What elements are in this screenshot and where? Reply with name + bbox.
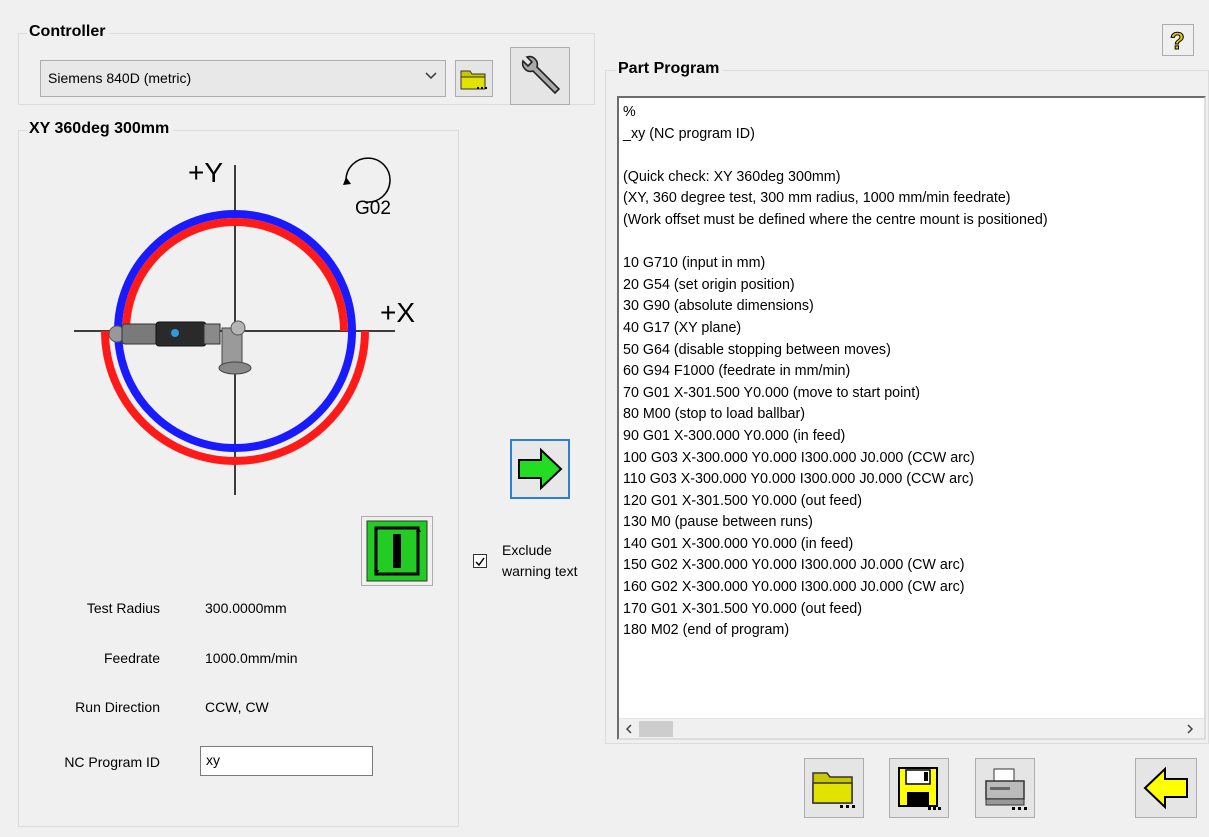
exclude-warning-checkbox[interactable] [473,554,487,568]
chevron-down-icon [425,72,437,80]
part-program-editor[interactable]: % _xy (NC program ID) (Quick check: XY 3… [617,96,1206,740]
open-program-button[interactable] [804,758,864,818]
part-program-text: % _xy (NC program ID) (Quick check: XY 3… [623,104,1048,639]
print-icon [985,768,1027,810]
svg-text:?: ? [1170,28,1185,53]
g02-label: G02 [355,198,391,219]
arrow-left-icon [1143,766,1188,810]
start-test-button[interactable] [361,516,433,586]
folder-open-icon [812,772,855,808]
exclude-warning-label-1: Exclude [502,542,552,558]
controller-select[interactable]: Siemens 840D (metric) [40,60,446,97]
axis-y-label: +Y [188,157,223,188]
controller-select-value: Siemens 840D (metric) [48,70,192,86]
scroll-right-icon[interactable] [1186,724,1194,734]
horizontal-scrollbar[interactable] [619,718,1204,738]
start-test-icon [366,520,428,582]
generate-program-button[interactable] [510,439,570,499]
test-title: XY 360deg 300mm [27,120,174,138]
scroll-thumb[interactable] [639,721,673,737]
test-diagram: +Y +X G02 [74,157,415,495]
g02-direction-icon: G02 [343,157,391,219]
open-controller-button[interactable] [455,60,493,97]
help-icon: ? [1170,28,1186,54]
nc-program-id-label: NC Program ID [64,754,160,770]
checkmark-icon [475,557,485,567]
arrow-right-icon [518,447,563,491]
feedrate-value: 1000.0mm/min [205,650,298,666]
wrench-icon [521,55,561,95]
nc-program-id-input[interactable]: xy [200,746,373,776]
print-program-button[interactable] [975,758,1035,818]
controller-settings-button[interactable] [510,47,570,105]
part-program-title: Part Program [616,60,724,78]
feedrate-label: Feedrate [103,650,160,666]
exclude-warning-label-2: warning text [502,563,578,579]
test-radius-label: Test Radius [86,600,160,616]
scroll-left-icon[interactable] [625,724,633,734]
folder-open-icon [460,70,487,89]
save-program-button[interactable] [889,758,949,818]
back-button[interactable] [1135,758,1197,818]
run-direction-value: CCW, CW [205,699,269,715]
save-icon [898,767,941,810]
help-button[interactable]: ? [1162,24,1194,56]
controller-title: Controller [27,23,110,41]
ballbar-icon [108,320,252,375]
test-radius-value: 300.0000mm [205,600,287,616]
run-direction-label: Run Direction [75,699,160,715]
axis-x-label: +X [380,297,415,328]
